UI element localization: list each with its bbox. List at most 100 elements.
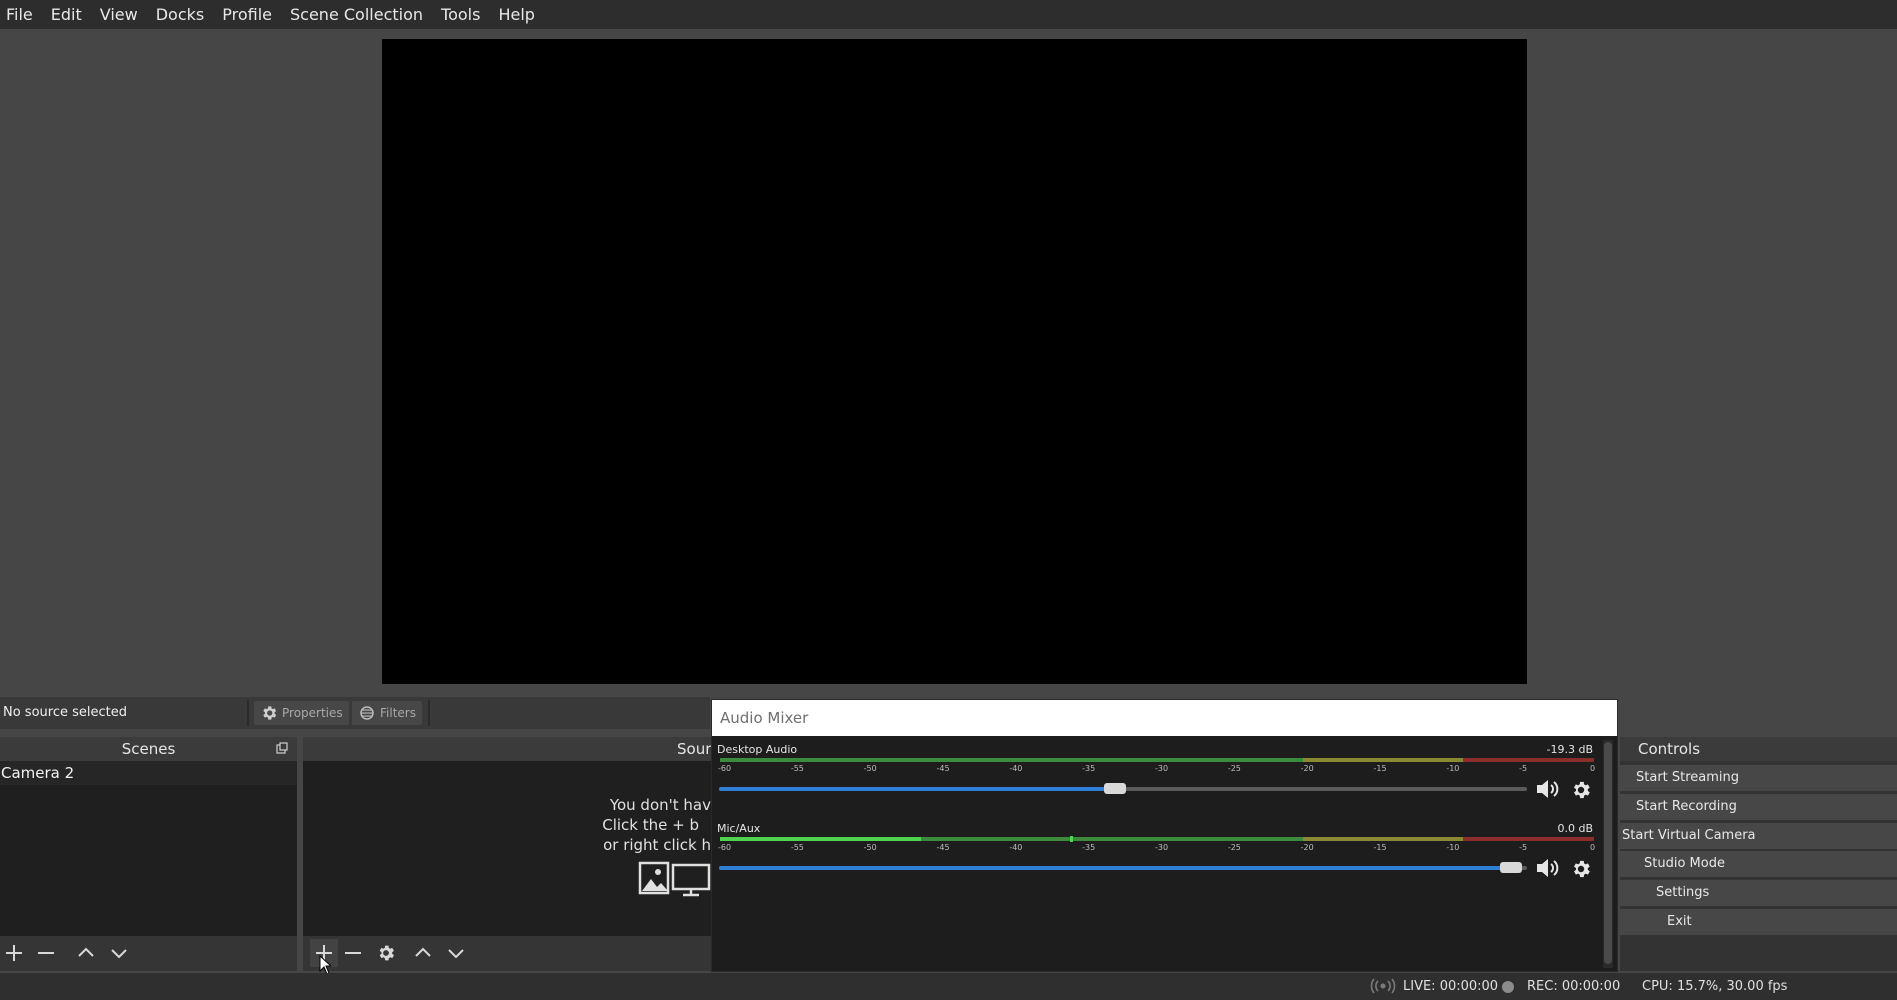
meter-segment: [1462, 758, 1594, 762]
filter-icon: [358, 704, 376, 722]
chevron-down-icon: [109, 943, 129, 963]
scale-label: -35: [1082, 843, 1096, 852]
filters-button[interactable]: Filters: [352, 701, 422, 725]
rec-time: REC: 00:00:00: [1527, 979, 1621, 994]
speaker-icon[interactable]: [1535, 856, 1561, 880]
channel-db: -19.3 dB: [1546, 743, 1594, 756]
program-preview[interactable]: [382, 39, 1527, 684]
source-toolbar: No source selected Properties Filters: [0, 697, 710, 729]
menu-bar: File Edit View Docks Profile Scene Colle…: [0, 0, 1897, 29]
scale-label: 0: [1590, 843, 1596, 852]
scale-label: -30: [1155, 843, 1169, 852]
toolbar-separator: [428, 700, 430, 726]
menu-file[interactable]: File: [0, 0, 42, 29]
scenes-title: Scenes: [0, 737, 297, 761]
live-time: LIVE: 00:00:00: [1403, 979, 1499, 994]
scale-label: -15: [1373, 843, 1387, 852]
scale-label: -55: [790, 843, 804, 852]
move-source-down-button[interactable]: [442, 939, 470, 967]
gear-icon[interactable]: [1570, 858, 1592, 880]
menu-profile[interactable]: Profile: [213, 0, 281, 29]
scene-item[interactable]: Camera 2: [0, 761, 297, 785]
scale-label: -30: [1155, 764, 1169, 773]
cpu-fps: CPU: 15.7%, 30.00 fps: [1642, 979, 1788, 994]
scenes-dock-header: Scenes: [0, 737, 297, 761]
menu-view[interactable]: View: [91, 0, 147, 29]
scale-label: -35: [1082, 764, 1096, 773]
meter-segment: [1302, 758, 1463, 762]
hint-line-1: You don't hav: [609, 796, 711, 814]
mixer-scrollbar[interactable]: [1603, 740, 1613, 968]
chevron-down-icon: [446, 943, 466, 963]
menu-scene-collection[interactable]: Scene Collection: [281, 0, 432, 29]
slider-handle[interactable]: [1103, 783, 1126, 794]
minus-icon: [343, 943, 363, 963]
chevron-up-icon: [413, 943, 433, 963]
source-properties-button[interactable]: [372, 939, 400, 967]
gear-icon: [376, 943, 396, 963]
controls-dock-header: Controls: [1620, 737, 1897, 761]
broadcast-icon: [1370, 978, 1396, 994]
hint-line-3: or right click h: [603, 836, 711, 854]
minus-icon: [36, 943, 56, 963]
mixer-scrollbar-thumb[interactable]: [1604, 742, 1612, 964]
move-source-up-button[interactable]: [409, 939, 437, 967]
scale-label: -60: [718, 764, 732, 773]
scenes-list[interactable]: [0, 761, 297, 936]
remove-source-button[interactable]: [339, 939, 367, 967]
menu-tools[interactable]: Tools: [432, 0, 489, 29]
controls-body: Start Streaming Start Recording Start Vi…: [1620, 761, 1897, 971]
volume-slider[interactable]: [719, 862, 1527, 873]
start-virtual-camera-button[interactable]: Start Virtual Camera: [1620, 823, 1897, 849]
start-recording-button[interactable]: Start Recording: [1620, 794, 1897, 820]
remove-scene-button[interactable]: [32, 939, 60, 967]
toolbar-separator: [247, 700, 249, 726]
start-streaming-button[interactable]: Start Streaming: [1620, 765, 1897, 791]
meter-segment: [720, 758, 1303, 762]
scale-label: -15: [1373, 764, 1387, 773]
scale-label: -25: [1227, 764, 1241, 773]
sources-list[interactable]: You don't hav Click the + b or right cli…: [303, 761, 711, 936]
scale-label: -40: [1009, 843, 1023, 852]
status-bar: LIVE: 00:00:00 REC: 00:00:00 CPU: 15.7%,…: [0, 973, 1897, 1000]
float-dock-icon[interactable]: [275, 741, 289, 755]
chevron-up-icon: [76, 943, 96, 963]
studio-mode-button[interactable]: Studio Mode: [1620, 851, 1897, 877]
record-indicator-icon: [1502, 981, 1514, 993]
channel-name: Desktop Audio: [717, 743, 798, 756]
audio-mixer: Audio Mixer Desktop Audio -19.3 dB -60 -5…: [711, 699, 1618, 972]
scenes-footer: [0, 936, 297, 971]
meter-level: [720, 837, 922, 841]
speaker-icon[interactable]: [1535, 777, 1561, 801]
scale-label: -10: [1446, 764, 1460, 773]
meter-segment: [1302, 837, 1463, 841]
volume-slider[interactable]: [719, 783, 1527, 794]
channel-db: 0.0 dB: [1557, 822, 1593, 835]
scale-label: -20: [1300, 843, 1314, 852]
add-scene-button[interactable]: [0, 939, 28, 967]
scale-label: -10: [1446, 843, 1460, 852]
gear-icon[interactable]: [1570, 779, 1592, 801]
mixer-title: Audio Mixer: [712, 700, 1617, 736]
hint-line-2: Click the + b: [602, 816, 699, 834]
meter-scale: -60 -55 -50 -45 -40 -35 -30 -25 -20 -15 -10 -5 0: [718, 764, 1596, 776]
scale-label: -25: [1227, 843, 1241, 852]
scale-label: 0: [1590, 764, 1596, 773]
meter-peak: [1069, 836, 1073, 842]
scale-label: -20: [1300, 764, 1314, 773]
exit-button[interactable]: Exit: [1620, 909, 1897, 935]
scale-label: -55: [790, 764, 804, 773]
sources-dock-header: Sourc: [303, 737, 719, 761]
meter-segment: [1462, 837, 1594, 841]
menu-help[interactable]: Help: [489, 0, 543, 29]
plus-icon: [4, 943, 24, 963]
move-scene-down-button[interactable]: [105, 939, 133, 967]
meter-scale: -60 -55 -50 -45 -40 -35 -30 -25 -20 -15 -10 -5 0: [718, 843, 1596, 855]
scale-label: -5: [1519, 843, 1528, 852]
menu-edit[interactable]: Edit: [42, 0, 91, 29]
settings-button[interactable]: Settings: [1620, 880, 1897, 906]
slider-handle[interactable]: [1499, 862, 1522, 873]
move-scene-up-button[interactable]: [72, 939, 100, 967]
menu-docks[interactable]: Docks: [147, 0, 214, 29]
properties-button[interactable]: Properties: [254, 701, 349, 725]
